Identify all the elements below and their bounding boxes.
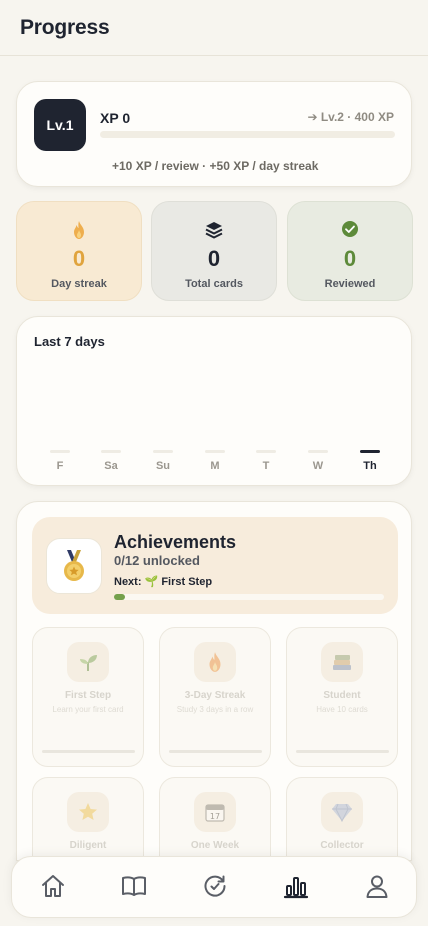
stat-total-cards: 0 Total cards	[151, 201, 277, 301]
day-bar	[153, 450, 173, 453]
bottom-nav	[11, 856, 417, 918]
day-bar	[50, 450, 70, 453]
profile-icon	[364, 873, 390, 904]
next-achievement: Next: 🌱 First Step	[114, 576, 213, 588]
day-bar	[256, 450, 276, 453]
achievements-title: Achievements	[114, 532, 237, 552]
achievement-desc: Have 10 cards	[316, 705, 368, 714]
day-column-today: Th	[350, 450, 390, 472]
day-bar	[308, 450, 328, 453]
flame-icon	[17, 220, 141, 240]
achievements-progress-fill	[114, 594, 125, 600]
day-bar	[360, 450, 380, 453]
achievement-tile-student[interactable]: Student Have 10 cards	[286, 627, 398, 767]
achievement-tile-diligent[interactable]: Diligent	[32, 777, 144, 860]
weekly-activity-title: Last 7 days	[34, 334, 105, 349]
achievement-progress-bar	[296, 750, 389, 753]
day-column: T	[246, 450, 286, 472]
book-icon	[121, 873, 147, 904]
achievement-tile-one-week[interactable]: 17 One Week	[159, 777, 271, 860]
achievement-name: First Step	[64, 690, 112, 701]
check-circle-icon	[288, 220, 412, 240]
achievement-name: Collector	[320, 840, 364, 851]
day-label: F	[56, 460, 64, 472]
books-icon	[321, 642, 363, 682]
nav-library[interactable]	[119, 873, 149, 903]
achievement-name: 3-Day Streak	[184, 690, 246, 701]
sprout-icon	[67, 642, 109, 682]
day-label: Sa	[104, 460, 118, 472]
achievement-desc: Learn your first card	[52, 705, 124, 714]
day-column: Sa	[91, 450, 131, 472]
achievement-tile-first-step[interactable]: First Step Learn your first card	[32, 627, 144, 767]
stack-icon	[152, 220, 276, 240]
stat-reviewed: 0 Reviewed	[287, 201, 413, 301]
nav-review[interactable]	[200, 873, 230, 903]
day-bar	[101, 450, 121, 453]
achievements-summary[interactable]: Achievements 0/12 unlocked Next: 🌱 First…	[32, 517, 398, 614]
nav-profile[interactable]	[362, 873, 392, 903]
review-icon	[202, 873, 228, 904]
gem-icon	[321, 792, 363, 832]
reviewed-value: 0	[343, 246, 357, 271]
achievements-card: Achievements 0/12 unlocked Next: 🌱 First…	[16, 501, 412, 861]
day-label: M	[210, 460, 220, 472]
day-bar	[205, 450, 225, 453]
day-label: T	[262, 460, 270, 472]
achievement-progress-bar	[169, 750, 262, 753]
nav-home[interactable]	[38, 873, 68, 903]
medal-icon	[46, 538, 102, 594]
achievement-desc: Study 3 days in a row	[176, 705, 254, 714]
achievement-name: Student	[323, 690, 361, 701]
day-column: Su	[143, 450, 183, 472]
day-label: Th	[363, 460, 377, 472]
day-streak-value: 0	[72, 246, 86, 271]
xp-progress-bar	[100, 131, 395, 138]
day-column: F	[40, 450, 80, 472]
day-column: M	[195, 450, 235, 472]
achievement-name: Diligent	[69, 840, 107, 851]
total-cards-value: 0	[207, 246, 221, 271]
page-title: Progress	[20, 16, 110, 39]
weekly-activity-card: Last 7 days F Sa Su M T W Th	[16, 316, 412, 486]
achievement-progress-bar	[42, 750, 135, 753]
day-column: W	[298, 450, 338, 472]
app-header: Progress	[0, 0, 428, 56]
xp-label: XP 0	[100, 110, 131, 126]
day-streak-label: Day streak	[51, 278, 107, 290]
level-card: Lv.1 XP 0 ➔ Lv.2 · 400 XP +10 XP / revie…	[16, 81, 412, 187]
total-cards-label: Total cards	[185, 278, 243, 290]
flame-icon	[194, 642, 236, 682]
achievements-progress-bar	[114, 594, 384, 600]
home-icon	[40, 873, 66, 904]
day-label: Su	[155, 460, 171, 472]
star-icon	[67, 792, 109, 832]
reviewed-label: Reviewed	[324, 278, 376, 290]
achievements-count: 0/12 unlocked	[114, 553, 200, 568]
stat-day-streak: 0 Day streak	[16, 201, 142, 301]
level-badge: Lv.1	[34, 99, 86, 151]
stats-icon	[282, 873, 310, 904]
nav-stats[interactable]	[281, 873, 311, 903]
day-label: W	[312, 460, 324, 472]
achievement-tile-collector[interactable]: Collector	[286, 777, 398, 860]
xp-rules-text: +10 XP / review · +50 XP / day streak	[112, 159, 319, 173]
achievement-tile-3-day-streak[interactable]: 3-Day Streak Study 3 days in a row	[159, 627, 271, 767]
calendar-icon: 17	[194, 792, 236, 832]
svg-text:17: 17	[210, 812, 220, 821]
achievement-name: One Week	[190, 840, 240, 851]
next-level-label: ➔ Lv.2 · 400 XP	[307, 110, 394, 124]
